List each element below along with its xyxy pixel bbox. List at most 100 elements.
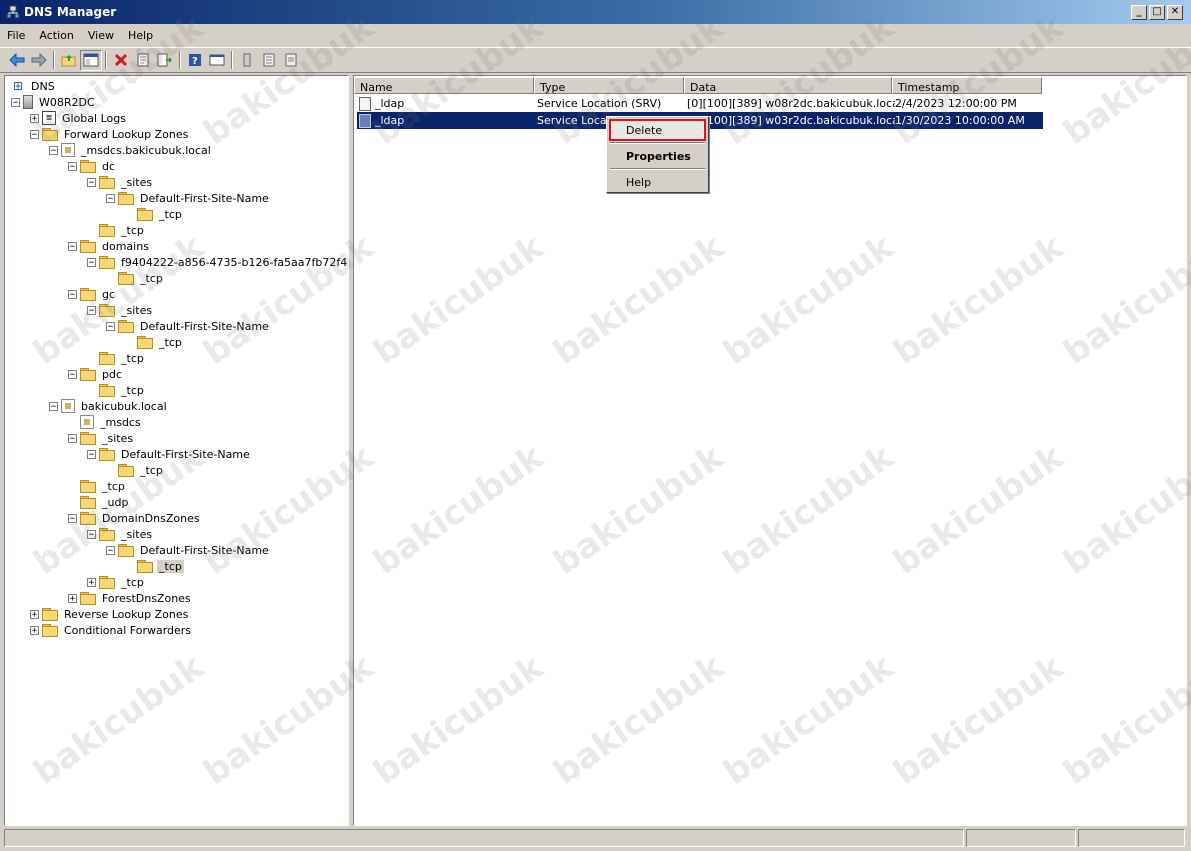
- collapse-icon[interactable]: −: [68, 369, 77, 379]
- tree-node[interactable]: _tcp: [87, 350, 146, 366]
- folder-icon: [118, 544, 134, 557]
- tree-node[interactable]: − domains: [68, 238, 151, 254]
- collapse-icon[interactable]: −: [87, 305, 96, 315]
- delete-icon[interactable]: [110, 50, 132, 71]
- forward-icon[interactable]: [28, 50, 50, 71]
- collapse-icon[interactable]: −: [87, 529, 96, 539]
- collapse-icon[interactable]: −: [68, 433, 77, 443]
- collapse-icon[interactable]: −: [87, 257, 96, 267]
- server-icon[interactable]: [236, 50, 258, 71]
- console-icon[interactable]: [206, 50, 228, 71]
- column-data[interactable]: Data: [684, 77, 892, 94]
- folder-icon: [118, 272, 134, 285]
- tree-node[interactable]: − Default-First-Site-Name: [106, 190, 271, 206]
- tree-node[interactable]: _msdcs: [68, 414, 143, 430]
- record-row[interactable]: _ldap Service Location (SRV) [0][100][38…: [357, 95, 1043, 112]
- collapse-icon[interactable]: −: [30, 129, 39, 139]
- record-data: [0][100][389] w08r2dc.bakicubuk.local.: [687, 97, 895, 110]
- tree-node[interactable]: _tcp: [125, 558, 184, 574]
- toolbar-separator: [53, 51, 55, 69]
- close-button[interactable]: ✕: [1167, 5, 1183, 20]
- tree-node[interactable]: + Conditional Forwarders: [30, 622, 193, 638]
- tree-node[interactable]: − Default-First-Site-Name: [106, 542, 271, 558]
- tree-node[interactable]: − f9404222-a856-4735-b126-fa5aa7fb72f4: [87, 254, 348, 270]
- collapse-icon[interactable]: −: [11, 97, 20, 107]
- tree-node[interactable]: + Reverse Lookup Zones: [30, 606, 190, 622]
- tree-node-label: Default-First-Site-Name: [140, 191, 269, 205]
- tree-node[interactable]: − Default-First-Site-Name: [87, 446, 252, 462]
- context-menu-properties[interactable]: Properties: [609, 145, 706, 167]
- record-timestamp: 2/4/2023 12:00:00 PM: [895, 97, 1017, 110]
- column-type[interactable]: Type: [534, 77, 684, 94]
- tree-node-label: _udp: [102, 495, 129, 509]
- tree-node[interactable]: − _sites: [87, 526, 154, 542]
- tree-node[interactable]: _tcp: [106, 270, 165, 286]
- tree-node[interactable]: − Forward Lookup Zones: [30, 126, 190, 142]
- menu-help[interactable]: Help: [121, 26, 160, 46]
- collapse-icon[interactable]: −: [68, 513, 77, 523]
- tree-node[interactable]: ⊞ DNS: [11, 78, 57, 94]
- tree-node[interactable]: − _sites: [87, 174, 154, 190]
- context-menu-delete[interactable]: Delete: [609, 119, 706, 141]
- expand-icon[interactable]: +: [30, 609, 39, 619]
- tree-node[interactable]: _tcp: [68, 478, 127, 494]
- minimize-button[interactable]: _: [1131, 5, 1147, 20]
- tree-node[interactable]: − W08R2DC: [11, 94, 97, 110]
- tree-node[interactable]: − bakicubuk.local: [49, 398, 169, 414]
- back-icon[interactable]: [6, 50, 28, 71]
- console-tree[interactable]: ⊞ DNS − W08R2DC + ≣ Global Logs − Forward Lookup…: [4, 75, 349, 826]
- tree-node[interactable]: _tcp: [125, 334, 184, 350]
- tree-node[interactable]: − dc: [68, 158, 117, 174]
- collapse-icon[interactable]: −: [68, 241, 77, 251]
- tree-node-label: _msdcs: [100, 415, 141, 429]
- collapse-icon[interactable]: −: [49, 145, 58, 155]
- tree-node[interactable]: − _sites: [87, 302, 154, 318]
- expand-icon[interactable]: +: [68, 593, 77, 603]
- collapse-icon[interactable]: −: [87, 177, 96, 187]
- expand-icon[interactable]: +: [30, 625, 39, 635]
- column-name[interactable]: Name: [354, 77, 534, 94]
- tree-node-label: _msdcs.bakicubuk.local: [81, 143, 211, 157]
- tree-node[interactable]: _tcp: [87, 222, 146, 238]
- help-icon[interactable]: ?: [184, 50, 206, 71]
- collapse-icon[interactable]: −: [106, 545, 115, 555]
- tree-node[interactable]: − _msdcs.bakicubuk.local: [49, 142, 213, 158]
- export-list-icon[interactable]: [154, 50, 176, 71]
- menu-view[interactable]: View: [81, 26, 121, 46]
- folder-icon: [80, 432, 96, 445]
- tree-node-label: _sites: [121, 175, 153, 189]
- zone-list-icon[interactable]: [258, 50, 280, 71]
- tree-node[interactable]: + _tcp: [87, 574, 146, 590]
- tree-node[interactable]: _tcp: [87, 382, 146, 398]
- tree-node[interactable]: − _sites: [68, 430, 135, 446]
- collapse-icon[interactable]: −: [49, 401, 58, 411]
- collapse-icon[interactable]: −: [87, 449, 96, 459]
- tree-node[interactable]: − DomainDnsZones: [68, 510, 202, 526]
- tree-node[interactable]: _tcp: [106, 462, 165, 478]
- collapse-icon[interactable]: −: [68, 289, 77, 299]
- refresh-icon[interactable]: [280, 50, 302, 71]
- tree-node[interactable]: + ≣ Global Logs: [30, 110, 128, 126]
- context-menu-help[interactable]: Help: [609, 171, 706, 193]
- collapse-icon[interactable]: −: [106, 321, 115, 331]
- up-folder-icon[interactable]: [58, 50, 80, 71]
- show-hide-tree-icon[interactable]: [80, 49, 102, 71]
- details-pane[interactable]: Name Type Data Timestamp _ldap Service L…: [353, 75, 1187, 826]
- collapse-icon[interactable]: −: [68, 161, 77, 171]
- tree-node-label: _tcp: [121, 383, 144, 397]
- expand-icon[interactable]: +: [30, 113, 39, 123]
- properties-icon[interactable]: [132, 50, 154, 71]
- tree-node[interactable]: _tcp: [125, 206, 184, 222]
- tree-node[interactable]: − gc: [68, 286, 117, 302]
- menu-action[interactable]: Action: [32, 26, 80, 46]
- tree-node[interactable]: + ForestDnsZones: [68, 590, 193, 606]
- collapse-icon[interactable]: −: [106, 193, 115, 203]
- maximize-button[interactable]: □: [1149, 5, 1165, 20]
- tree-node[interactable]: _udp: [68, 494, 130, 510]
- folder-icon: [80, 160, 96, 173]
- tree-node[interactable]: − pdc: [68, 366, 124, 382]
- expand-icon[interactable]: +: [87, 577, 96, 587]
- column-timestamp[interactable]: Timestamp: [892, 77, 1042, 94]
- tree-node[interactable]: − Default-First-Site-Name: [106, 318, 271, 334]
- menu-file[interactable]: File: [0, 26, 32, 46]
